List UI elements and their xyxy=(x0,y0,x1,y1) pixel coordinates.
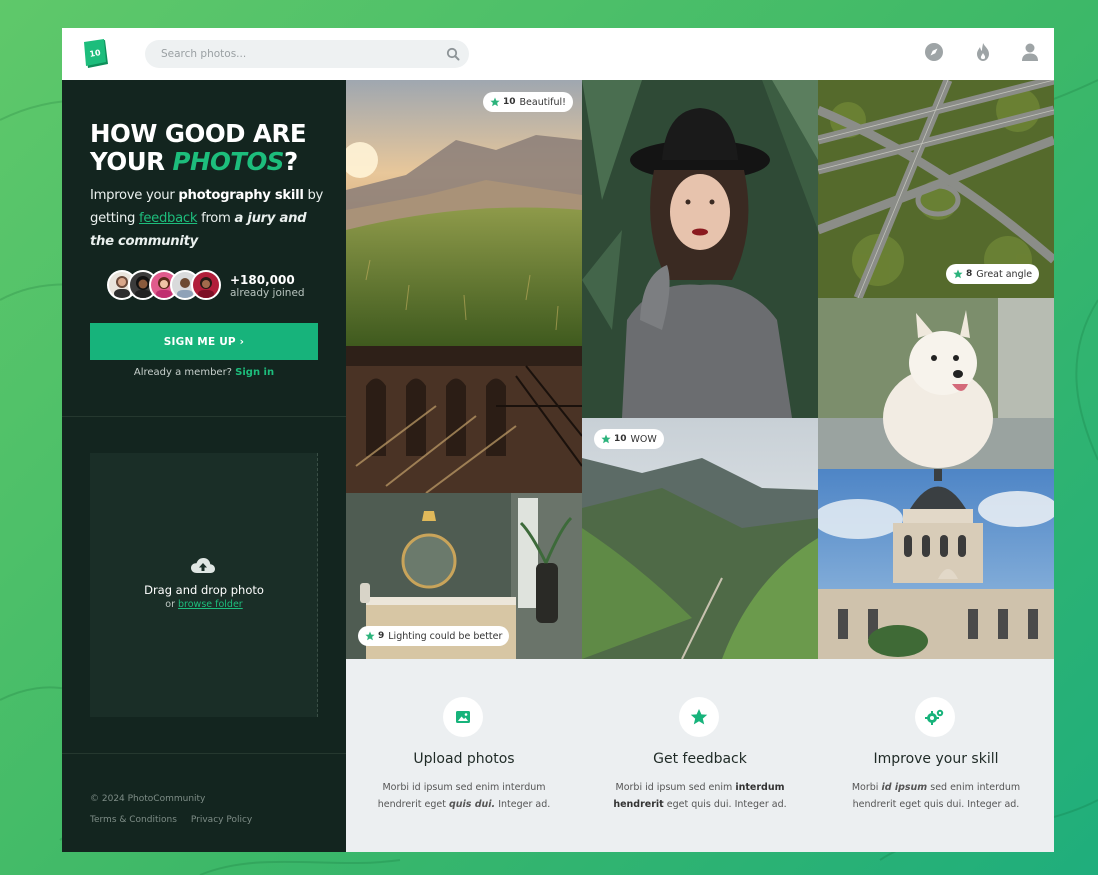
badge-score: 10 xyxy=(503,97,516,107)
compass-icon[interactable] xyxy=(923,41,945,63)
hero-title: HOW GOOD ARE YOUR PHOTOS? xyxy=(90,120,330,176)
search-bar xyxy=(145,40,469,68)
feature-desc-text: eget quis dui. Integer ad. xyxy=(663,799,787,810)
avatar xyxy=(191,270,221,300)
community-label: already joined xyxy=(230,287,305,299)
feature-description: Morbi id ipsum sed enim interdum hendrer… xyxy=(606,779,794,813)
badge-score: 8 xyxy=(966,269,973,279)
privacy-link[interactable]: Privacy Policy xyxy=(191,815,252,825)
cloud-upload-icon xyxy=(191,558,215,573)
feature-upload: Upload photos Morbi id ipsum sed enim in… xyxy=(346,659,582,852)
photo-landscape-sunset[interactable]: 10 Beautiful! xyxy=(346,80,582,346)
hero-subtitle: Improve your photography skill by gettin… xyxy=(90,184,330,253)
logo-icon: 10 xyxy=(84,39,108,68)
feature-desc-em: id ipsum xyxy=(881,782,928,793)
photo-brick-building[interactable] xyxy=(346,346,582,493)
star-icon xyxy=(365,631,375,641)
rating-badge: 8 Great angle xyxy=(946,264,1040,284)
member-text: Already a member? xyxy=(133,367,236,378)
community-count: +180,000 xyxy=(230,273,295,287)
feature-title: Upload photos xyxy=(413,751,515,767)
feature-desc-text: Morbi xyxy=(851,782,882,793)
dropzone-or: or xyxy=(165,599,179,610)
left-panel: HOW GOOD ARE YOUR PHOTOS? Improve your p… xyxy=(62,80,346,852)
feature-icon-circle xyxy=(443,697,483,737)
hero-sub-text: Improve your xyxy=(90,188,179,203)
hero-title-prefix: YOUR xyxy=(90,147,173,176)
community-avatars xyxy=(107,270,227,300)
feedback-link[interactable]: feedback xyxy=(139,211,197,226)
rating-badge: 10 Beautiful! xyxy=(483,92,573,112)
copyright: © 2024 PhotoCommunity xyxy=(90,794,206,804)
badge-text: Lighting could be better xyxy=(388,630,503,642)
badge-text: WOW xyxy=(630,433,657,445)
search-input[interactable] xyxy=(161,40,431,68)
rating-badge: 9 Lighting could be better xyxy=(358,626,510,646)
photo-white-dog[interactable] xyxy=(818,298,1054,469)
badge-text: Great angle xyxy=(976,268,1033,280)
image-icon xyxy=(456,711,470,723)
photo-gallery: 10 Beautiful! 8 Great angle 9 Lighting c… xyxy=(346,80,1054,659)
divider xyxy=(62,416,346,417)
badge-score: 9 xyxy=(378,631,385,641)
sign-up-button[interactable]: SIGN ME UP › xyxy=(90,323,318,360)
star-icon xyxy=(690,709,708,725)
star-icon xyxy=(953,269,963,279)
badge-text: Beautiful! xyxy=(519,96,566,108)
app-window: 10 HOW GOOD ARE YOUR PHOTOS? xyxy=(62,28,1054,852)
search-icon[interactable] xyxy=(446,47,460,61)
badge-score: 10 xyxy=(614,434,627,444)
star-icon xyxy=(490,97,500,107)
browse-folder-link[interactable]: browse folder xyxy=(178,599,243,610)
photo-dropzone[interactable]: Drag and drop photo or browse folder xyxy=(90,453,318,717)
fire-icon[interactable] xyxy=(972,41,994,63)
hero-sub-text: from xyxy=(197,211,235,226)
dropzone-title: Drag and drop photo xyxy=(144,583,264,597)
feature-description: Morbi id ipsum sed enim interdum hendrer… xyxy=(842,779,1030,813)
feature-description: Morbi id ipsum sed enim interdum hendrer… xyxy=(370,779,558,813)
user-icon[interactable] xyxy=(1019,41,1041,63)
hero-title-line1: HOW GOOD ARE xyxy=(90,119,307,148)
already-member-text: Already a member? Sign in xyxy=(62,367,346,378)
feature-feedback: Get feedback Morbi id ipsum sed enim int… xyxy=(582,659,818,852)
photo-cathedral-dome[interactable] xyxy=(818,469,1054,659)
feature-title: Get feedback xyxy=(653,751,747,767)
feature-desc-text: Integer ad. xyxy=(495,799,551,810)
photo-mountain-valley[interactable]: 10 WOW xyxy=(582,418,818,659)
sign-in-link[interactable]: Sign in xyxy=(235,367,274,378)
hero-sub-bold: photography skill xyxy=(178,188,304,203)
top-bar: 10 xyxy=(62,28,1054,80)
dropzone-subtitle: or browse folder xyxy=(90,599,318,610)
feature-icon-circle xyxy=(915,697,955,737)
logo[interactable]: 10 xyxy=(82,38,110,70)
features-section: Upload photos Morbi id ipsum sed enim in… xyxy=(346,659,1054,852)
feature-improve: Improve your skill Morbi id ipsum sed en… xyxy=(818,659,1054,852)
feature-icon-circle xyxy=(679,697,719,737)
photo-bathroom-interior[interactable]: 9 Lighting could be better xyxy=(346,493,582,659)
feature-desc-text: Morbi id ipsum sed enim xyxy=(615,782,736,793)
terms-link[interactable]: Terms & Conditions xyxy=(90,815,177,825)
footer-links: Terms & Conditions Privacy Policy xyxy=(90,815,266,825)
photo-portrait-woman[interactable] xyxy=(582,80,818,418)
gears-icon xyxy=(925,709,944,725)
hero-title-suffix: ? xyxy=(283,147,298,176)
hero-title-accent: PHOTOS xyxy=(172,147,284,176)
feature-desc-em: quis dui. xyxy=(448,799,496,810)
divider xyxy=(62,753,346,754)
feature-title: Improve your skill xyxy=(873,751,999,767)
rating-badge: 10 WOW xyxy=(594,429,664,449)
star-icon xyxy=(601,434,611,444)
photo-highway-aerial[interactable]: 8 Great angle xyxy=(818,80,1054,298)
